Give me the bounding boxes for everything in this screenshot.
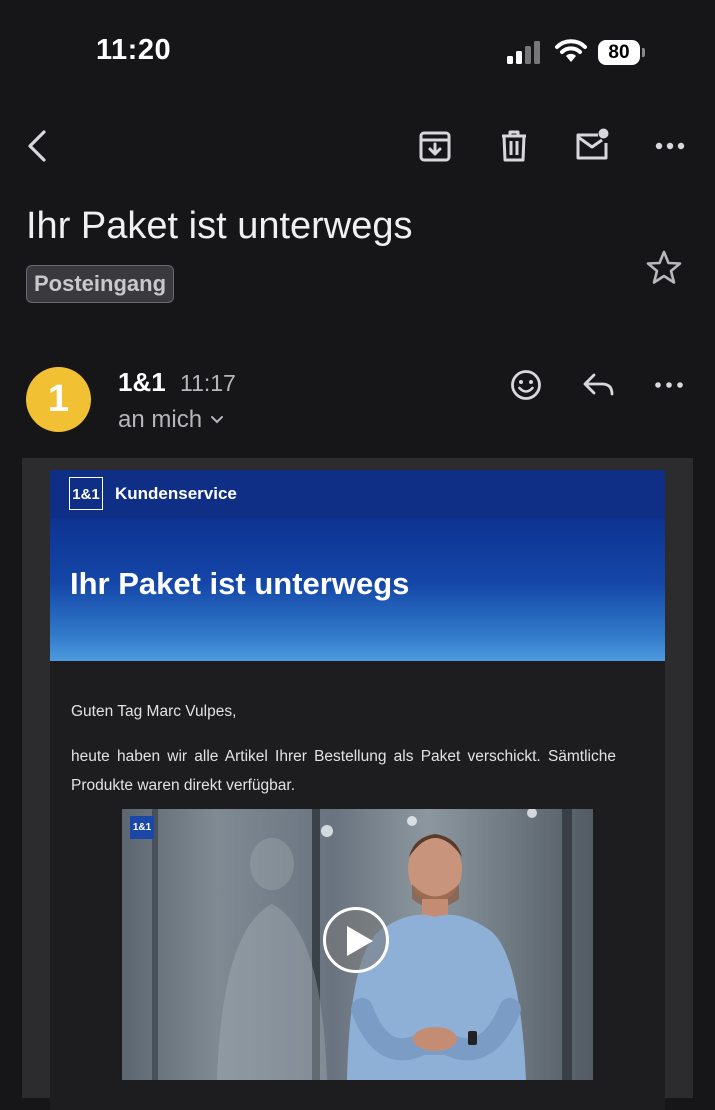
more-icon[interactable] <box>650 126 690 166</box>
recipient-label: an mich <box>118 406 203 433</box>
email-time: 11:17 <box>180 370 236 396</box>
avatar[interactable]: 1 <box>26 367 91 432</box>
brand-name: Kundenservice <box>115 484 237 503</box>
back-icon[interactable] <box>20 126 60 166</box>
trash-icon[interactable] <box>494 126 534 166</box>
battery-icon: 80 <box>598 40 646 65</box>
battery-level: 80 <box>598 40 640 65</box>
hero-title: Ihr Paket ist unterwegs <box>70 566 410 601</box>
brand-logo[interactable]: 1&1 <box>69 477 103 510</box>
reply-icon[interactable] <box>580 367 616 403</box>
more-icon[interactable] <box>651 367 687 403</box>
body-paragraph: heute haben wir alle Artikel Ihrer Beste… <box>71 748 616 794</box>
recipient-toggle[interactable]: an mich <box>118 406 224 434</box>
play-button[interactable] <box>323 907 389 973</box>
sender-name[interactable]: 1&1 <box>118 367 166 398</box>
email-subject: Ihr Paket ist unterwegs <box>26 205 413 247</box>
greeting-text: Guten Tag Marc Vulpes, <box>71 703 237 720</box>
chevron-down-icon <box>211 416 224 424</box>
mark-unread-icon[interactable] <box>572 126 612 166</box>
label-chip[interactable]: Posteingang <box>26 265 175 303</box>
star-icon[interactable] <box>644 248 684 288</box>
emoji-react-icon[interactable] <box>508 367 544 403</box>
video-brand-logo: 1&1 <box>130 816 154 839</box>
status-time: 11:20 <box>96 34 172 66</box>
archive-icon[interactable] <box>415 126 455 166</box>
wifi-icon <box>555 38 587 64</box>
signal-icon <box>506 41 542 65</box>
play-icon <box>347 926 373 956</box>
